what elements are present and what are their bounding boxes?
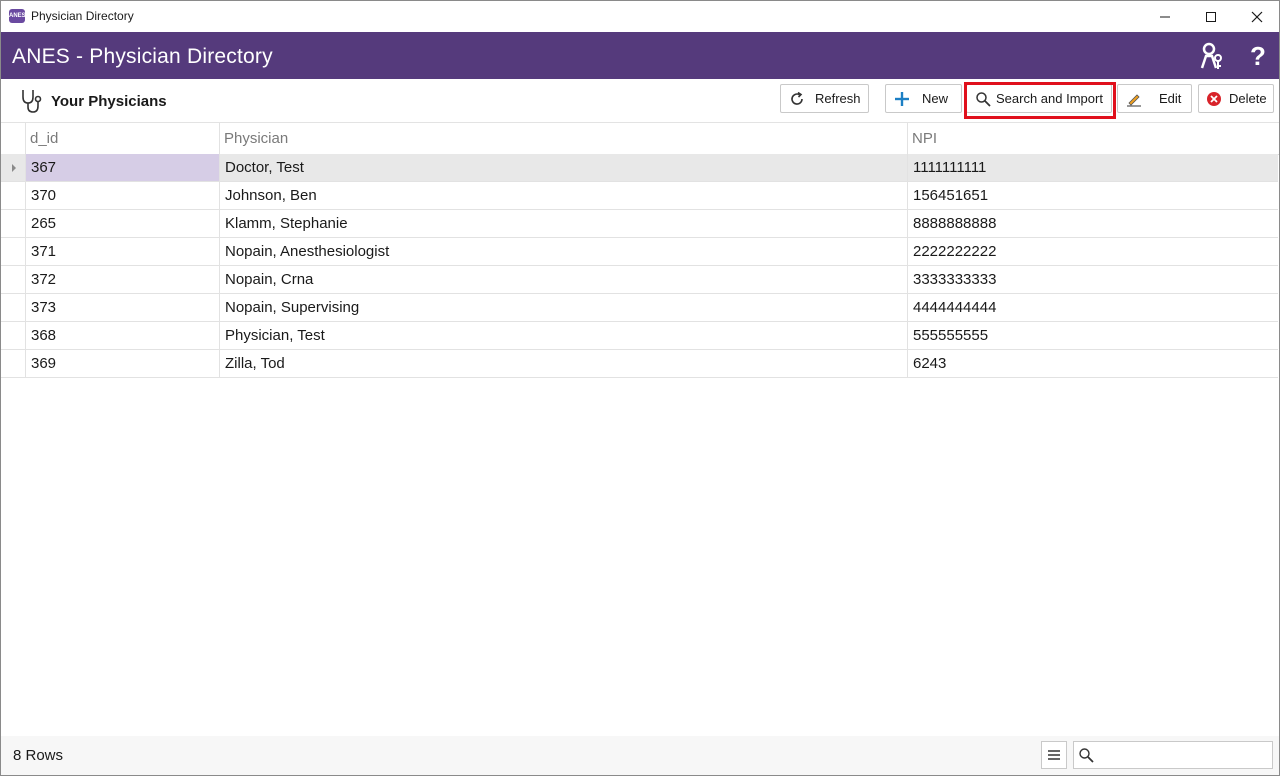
search-and-import-label: Search and Import [996,91,1103,106]
stethoscope-icon [19,88,43,114]
cell-npi[interactable]: 555555555 [907,322,1278,349]
physician-grid: d_id Physician NPI 367 Doctor, Test 1111… [1,123,1279,379]
table-row[interactable]: 373 Nopain, Supervising 4444444444 [1,294,1278,322]
help-button[interactable]: ? [1244,41,1272,71]
maximize-button[interactable] [1188,1,1234,32]
section-title: Your Physicians [51,93,167,110]
cell-d-id[interactable]: 372 [25,266,219,293]
column-header-d-id[interactable]: d_id [25,123,219,154]
table-row[interactable]: 370 Johnson, Ben 156451651 [1,182,1278,210]
close-button[interactable] [1234,1,1279,32]
cell-d-id[interactable]: 369 [25,350,219,377]
cell-d-id[interactable]: 371 [25,238,219,265]
cell-d-id[interactable]: 265 [25,210,219,237]
pencil-icon [1126,91,1142,107]
table-row[interactable]: 372 Nopain, Crna 3333333333 [1,266,1278,294]
row-count: 8 Rows [13,747,64,764]
delete-icon [1206,91,1222,107]
user-keys-icon [1200,42,1222,69]
column-header-npi[interactable]: NPI [907,123,1279,154]
refresh-label: Refresh [815,91,861,106]
table-row[interactable]: 371 Nopain, Anesthesiologist 2222222222 [1,238,1278,266]
grid-header: d_id Physician NPI [1,123,1279,155]
search-icon [975,91,991,107]
grid-search-input[interactable] [1098,745,1272,767]
grid-search-box[interactable] [1073,741,1273,769]
cell-d-id[interactable]: 370 [25,182,219,209]
table-row[interactable]: 265 Klamm, Stephanie 8888888888 [1,210,1278,238]
user-keys-button[interactable] [1198,41,1226,71]
hamburger-menu-icon [1048,750,1060,760]
table-row[interactable]: 369 Zilla, Tod 6243 [1,350,1278,378]
cell-physician[interactable]: Johnson, Ben [219,182,907,209]
cell-d-id[interactable]: 368 [25,322,219,349]
row-indicator-icon [12,164,16,172]
app-header: ANES - Physician Directory ? [1,32,1279,79]
help-icon: ? [1250,41,1266,71]
delete-button[interactable]: Delete [1198,84,1274,113]
minimize-icon [1160,16,1170,17]
cell-physician[interactable]: Physician, Test [219,322,907,349]
cell-physician[interactable]: Nopain, Crna [219,266,907,293]
table-row[interactable]: 367 Doctor, Test 1111111111 [1,154,1278,182]
cell-npi[interactable]: 6243 [907,350,1278,377]
cell-d-id[interactable]: 373 [25,294,219,321]
cell-npi[interactable]: 1111111111 [907,154,1278,181]
app-logo-icon: ANES [9,9,26,23]
plus-icon [894,91,910,107]
cell-npi[interactable]: 3333333333 [907,266,1278,293]
close-icon [1251,11,1263,22]
new-label: New [922,91,949,106]
cell-physician[interactable]: Doctor, Test [219,154,907,181]
cell-d-id[interactable]: 367 [25,154,219,181]
toolbar: Your Physicians Refresh New Search and I… [1,79,1279,123]
page-title: ANES - Physician Directory [12,45,273,68]
edit-label: Edit [1159,91,1182,106]
column-header-physician[interactable]: Physician [219,123,907,154]
cell-physician[interactable]: Zilla, Tod [219,350,907,377]
title-bar: ANES Physician Directory [1,1,1279,32]
cell-physician[interactable]: Nopain, Anesthesiologist [219,238,907,265]
cell-npi[interactable]: 8888888888 [907,210,1278,237]
refresh-icon [789,91,805,107]
column-menu-button[interactable] [1041,741,1067,769]
search-and-import-button[interactable]: Search and Import [966,84,1112,113]
delete-label: Delete [1229,91,1267,106]
new-button[interactable]: New [885,84,962,113]
cell-physician[interactable]: Klamm, Stephanie [219,210,907,237]
app-window: ANES Physician Directory ANES - Physicia… [0,0,1280,776]
cell-npi[interactable]: 2222222222 [907,238,1278,265]
cell-npi[interactable]: 4444444444 [907,294,1278,321]
window-title: Physician Directory [31,9,134,23]
search-icon [1079,748,1094,763]
maximize-icon [1206,11,1216,22]
status-bar: 8 Rows [1,736,1279,775]
refresh-button[interactable]: Refresh [780,84,869,113]
edit-button[interactable]: Edit [1117,84,1192,113]
table-row[interactable]: 368 Physician, Test 555555555 [1,322,1278,350]
cell-npi[interactable]: 156451651 [907,182,1278,209]
minimize-button[interactable] [1142,1,1188,32]
cell-physician[interactable]: Nopain, Supervising [219,294,907,321]
